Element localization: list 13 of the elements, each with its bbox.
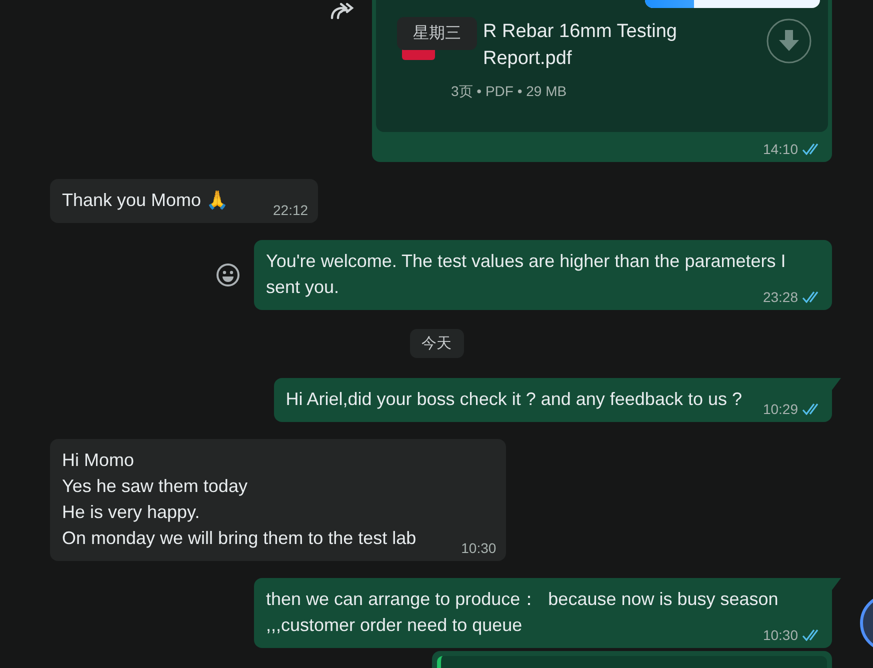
forward-icon[interactable]: [330, 2, 356, 20]
message-text: Thank you Momo 🙏: [62, 190, 228, 210]
emoji-icon[interactable]: [214, 261, 242, 289]
date-sticker: 星期三: [397, 17, 477, 50]
message-time: 22:12: [273, 201, 308, 219]
file-info: 3页 • PDF • 29 MB: [451, 82, 567, 101]
download-icon[interactable]: [766, 18, 812, 64]
message-time: 10:29: [762, 400, 798, 418]
message-time: 14:10: [762, 140, 798, 158]
message-text: Hi Momo Yes he saw them today He is very happy. On monday we will bring them to the test lab: [62, 450, 416, 548]
message-text: Hi Ariel,did your boss check it ? and any feedback to us ?: [286, 389, 742, 409]
file-name: R Rebar 16mm Testing Report.pdf: [483, 20, 678, 71]
message-time: 10:30: [461, 539, 496, 557]
